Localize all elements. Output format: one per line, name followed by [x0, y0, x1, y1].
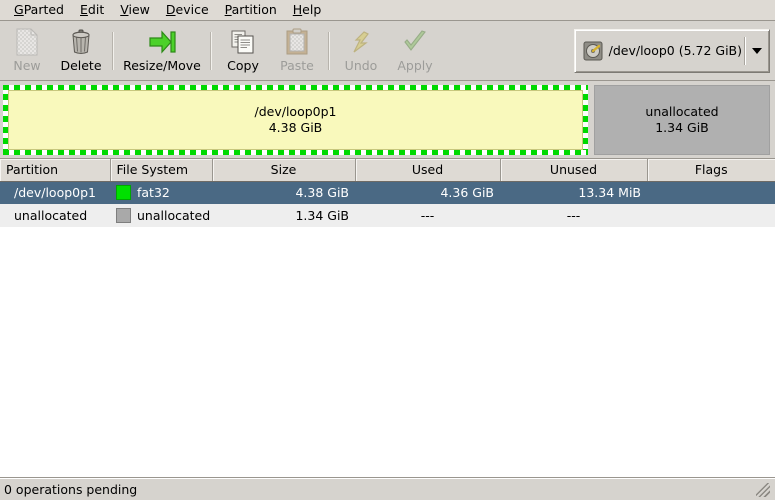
hard-drive-icon: [583, 41, 603, 61]
cell-size: 4.38 GiB: [212, 181, 355, 204]
undo-arrow-icon: [347, 28, 375, 56]
filesystem-color-swatch: [116, 185, 131, 201]
menu-partition[interactable]: Partition: [217, 1, 285, 19]
apply-button[interactable]: Apply: [388, 21, 442, 77]
menu-edit[interactable]: Edit: [72, 1, 112, 19]
resize-grip-icon[interactable]: [756, 482, 770, 497]
disk-graphic-partition-loop0p1[interactable]: /dev/loop0p1 4.38 GiB: [3, 85, 588, 155]
cell-flags: [647, 181, 775, 204]
disk-graphic-unallocated-name: unallocated: [645, 103, 719, 119]
paste-label: Paste: [280, 58, 314, 73]
cell-partition: unallocated: [0, 204, 110, 227]
delete-partition-button[interactable]: Delete: [54, 21, 108, 77]
column-header-filesystem[interactable]: File System: [110, 159, 213, 182]
copy-label: Copy: [227, 58, 259, 73]
partition-table: Partition File System Size Used Unused F…: [0, 159, 775, 227]
disk-graphic-view: /dev/loop0p1 4.38 GiB unallocated 1.34 G…: [0, 81, 775, 159]
gparted-window: GParted Edit View Device Partition Help: [0, 0, 775, 500]
undo-label: Undo: [344, 58, 378, 73]
toolbar: New Delete Resize/Move Copy Paste Undo A…: [0, 21, 775, 81]
status-bar: 0 operations pending: [0, 478, 775, 500]
cell-unused: ---: [500, 204, 647, 227]
menu-gparted-label: Parted: [23, 2, 64, 17]
paste-clipboard-icon: [283, 28, 311, 56]
partition-table-area: Partition File System Size Used Unused F…: [0, 159, 775, 478]
chevron-down-icon[interactable]: [752, 47, 762, 54]
cell-filesystem: fat32: [137, 185, 170, 201]
resize-arrow-icon: [148, 28, 176, 56]
device-selector-divider: [744, 36, 746, 65]
cell-size: 1.34 GiB: [212, 204, 355, 227]
device-selector[interactable]: /dev/loop0 (5.72 GiB): [573, 28, 770, 73]
disk-graphic-unallocated[interactable]: unallocated 1.34 GiB: [594, 84, 770, 155]
resize-move-label: Resize/Move: [123, 58, 201, 73]
undo-button[interactable]: Undo: [334, 21, 388, 77]
new-document-icon: [13, 28, 41, 56]
apply-label: Apply: [397, 58, 433, 73]
filesystem-color-swatch: [116, 208, 131, 223]
column-header-flags[interactable]: Flags: [647, 159, 775, 182]
menu-gparted[interactable]: GParted: [6, 1, 72, 19]
menu-device-label: evice: [175, 2, 209, 17]
menu-bar: GParted Edit View Device Partition Help: [0, 0, 775, 21]
delete-partition-label: Delete: [60, 58, 102, 73]
cell-used: ---: [355, 204, 500, 227]
table-row[interactable]: unallocated unallocated 1.34 GiB --- ---: [0, 204, 775, 227]
apply-check-icon: [401, 28, 429, 56]
cell-flags: [647, 204, 775, 227]
menu-device[interactable]: Device: [158, 1, 217, 19]
menu-help-label: elp: [302, 2, 322, 17]
cell-partition: /dev/loop0p1: [0, 181, 110, 204]
trash-can-icon: [67, 28, 95, 56]
new-partition-label: New: [13, 58, 41, 73]
column-header-unused[interactable]: Unused: [500, 159, 648, 182]
disk-graphic-partition-size: 4.38 GiB: [268, 119, 323, 135]
copy-button[interactable]: Copy: [216, 21, 270, 77]
toolbar-separator-3: [328, 31, 330, 70]
resize-move-button[interactable]: Resize/Move: [118, 21, 206, 77]
disk-graphic-unallocated-size: 1.34 GiB: [655, 119, 709, 135]
menu-edit-label: dit: [87, 2, 105, 17]
cell-filesystem: unallocated: [137, 208, 211, 223]
toolbar-separator-1: [112, 31, 114, 70]
disk-graphic-partition-name: /dev/loop0p1: [254, 103, 337, 119]
column-header-used[interactable]: Used: [355, 159, 501, 182]
menu-partition-label: artition: [231, 2, 277, 17]
menu-view[interactable]: View: [112, 1, 158, 19]
cell-unused: 13.34 MiB: [500, 181, 647, 204]
toolbar-separator-2: [210, 31, 212, 70]
column-header-size[interactable]: Size: [212, 159, 356, 182]
table-row[interactable]: /dev/loop0p1 fat32 4.38 GiB 4.36 GiB 13.…: [0, 181, 775, 204]
paste-button[interactable]: Paste: [270, 21, 324, 77]
copy-icon: [229, 28, 257, 56]
device-selector-value: /dev/loop0 (5.72 GiB): [608, 43, 742, 58]
cell-used: 4.36 GiB: [355, 181, 500, 204]
table-header-row: Partition File System Size Used Unused F…: [0, 159, 775, 182]
new-partition-button[interactable]: New: [0, 21, 54, 77]
status-bar-text: 0 operations pending: [4, 482, 138, 497]
menu-help[interactable]: Help: [285, 1, 330, 19]
column-header-partition[interactable]: Partition: [0, 159, 111, 182]
table-empty-area: [0, 227, 775, 477]
menu-view-label: iew: [128, 2, 150, 17]
